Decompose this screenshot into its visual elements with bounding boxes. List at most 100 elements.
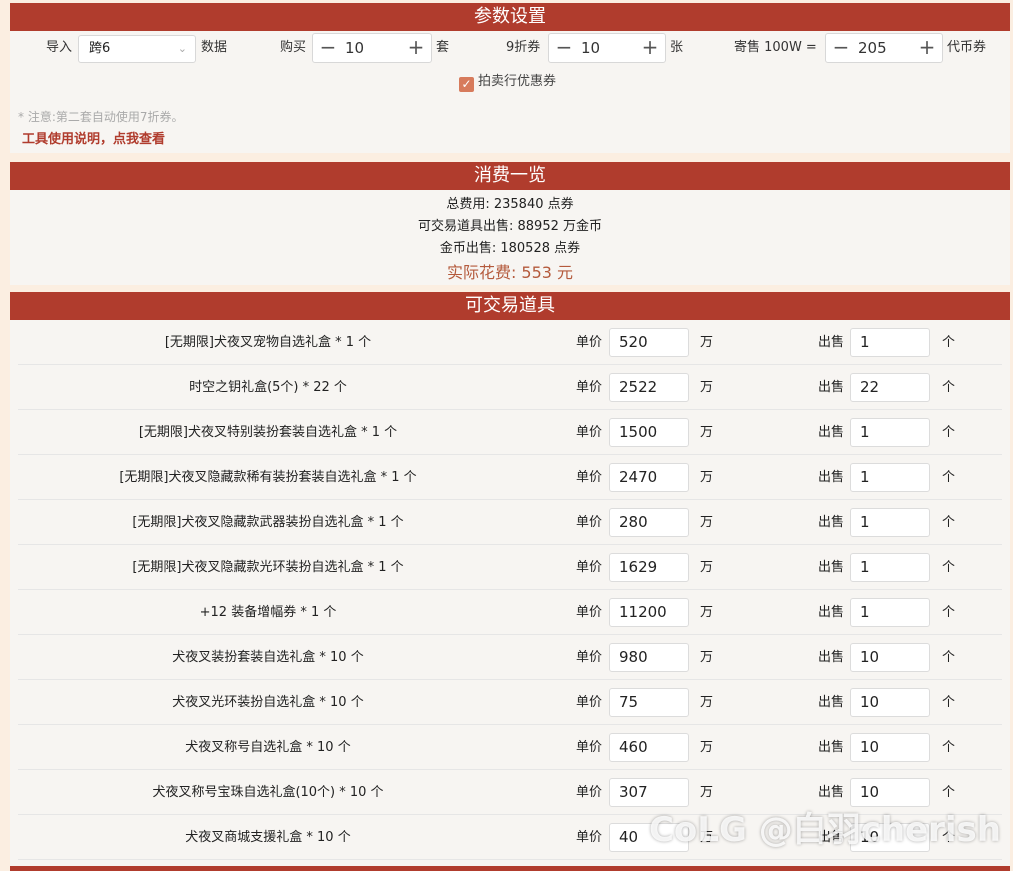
price-label: 单价 [576, 605, 603, 620]
price-input[interactable]: 980 [609, 643, 689, 672]
chevron-down-icon: ⌄ [177, 42, 187, 55]
buy-value[interactable]: 10 [345, 34, 364, 62]
minus-icon[interactable]: − [549, 34, 579, 62]
sell-label: 出售 [818, 335, 845, 350]
sell-label: 出售 [818, 470, 845, 485]
sell-input[interactable]: 1 [850, 418, 930, 447]
table-row: 犬夜叉称号自选礼盒 * 10 个 单价 460 万 出售 10 个 [18, 725, 1002, 770]
price-input[interactable]: 2522 [609, 373, 689, 402]
sell-input[interactable]: 10 [850, 733, 930, 762]
sell-unit: 个 [942, 515, 956, 530]
summary-panel: 总费用: 235840 点券 可交易道具出售: 88952 万金币 金币出售: … [10, 190, 1010, 285]
price-unit: 万 [700, 695, 714, 710]
table-row: [无期限]犬夜叉宠物自选礼盒 * 1 个 单价 520 万 出售 1 个 [18, 320, 1002, 365]
price-input[interactable]: 1629 [609, 553, 689, 582]
summary-header: 消费一览 [10, 162, 1010, 190]
import-select-value: 跨6 [89, 41, 111, 56]
consign-label: 寄售 100W = [734, 40, 817, 55]
price-unit: 万 [700, 470, 714, 485]
price-label: 单价 [576, 380, 603, 395]
sell-unit: 个 [942, 380, 956, 395]
sell-input[interactable]: 1 [850, 463, 930, 492]
coupon-stepper[interactable]: − 10 + [548, 33, 666, 63]
note-text: * 注意:第二套自动使用7折券。 [18, 110, 184, 124]
price-input[interactable]: 460 [609, 733, 689, 762]
item-name: 犬夜叉称号宝珠自选礼盒(10个) * 10 个 [152, 785, 384, 800]
price-label: 单价 [576, 425, 603, 440]
price-input[interactable]: 75 [609, 688, 689, 717]
table-row: 时空之钥礼盒(5个) * 22 个 单价 2522 万 出售 22 个 [18, 365, 1002, 410]
params-header: 参数设置 [10, 3, 1010, 31]
item-name: [无期限]犬夜叉特别装扮套装自选礼盒 * 1 个 [138, 425, 398, 440]
price-input[interactable]: 11200 [609, 598, 689, 627]
sell-unit: 个 [942, 560, 956, 575]
price-label: 单价 [576, 560, 603, 575]
price-label: 单价 [576, 785, 603, 800]
buy-label: 购买 [280, 40, 307, 55]
plus-icon[interactable]: + [401, 34, 431, 62]
import-label: 导入 [46, 40, 73, 55]
sell-input[interactable]: 10 [850, 688, 930, 717]
data-label: 数据 [201, 40, 228, 55]
bottom-bar [10, 866, 1010, 871]
sell-unit: 个 [942, 695, 956, 710]
price-input[interactable]: 2470 [609, 463, 689, 492]
sell-unit: 个 [942, 425, 956, 440]
sell-input[interactable]: 22 [850, 373, 930, 402]
import-select[interactable]: 跨6 ⌄ [78, 35, 196, 63]
sell-input[interactable]: 1 [850, 508, 930, 537]
help-link[interactable]: 工具使用说明，点我查看 [22, 128, 165, 147]
sell-unit: 个 [942, 650, 956, 665]
table-row: [无期限]犬夜叉特别装扮套装自选礼盒 * 1 个 单价 1500 万 出售 1 个 [18, 410, 1002, 455]
sell-label: 出售 [818, 380, 845, 395]
price-unit: 万 [700, 560, 714, 575]
table-row: [无期限]犬夜叉隐藏款武器装扮自选礼盒 * 1 个 单价 280 万 出售 1 个 [18, 500, 1002, 545]
price-unit: 万 [700, 380, 714, 395]
actual-cost: 实际花费: 553 元 [446, 263, 574, 282]
sell-input[interactable]: 1 [850, 553, 930, 582]
price-label: 单价 [576, 830, 603, 845]
coupon-value[interactable]: 10 [581, 34, 600, 62]
coupon-unit: 张 [670, 40, 684, 55]
params-panel: 导入 跨6 ⌄ 数据 购买 − 10 + 套 9折券 − 10 + 张 寄售 1… [10, 31, 1010, 153]
buy-unit: 套 [436, 40, 450, 55]
price-unit: 万 [700, 650, 714, 665]
item-name: 犬夜叉称号自选礼盒 * 10 个 [185, 740, 351, 755]
price-input[interactable]: 1500 [609, 418, 689, 447]
plus-icon[interactable]: + [635, 34, 665, 62]
items-panel: [无期限]犬夜叉宠物自选礼盒 * 1 个单价 520 万出售 1 个时空之钥礼盒(5个)… [10, 320, 1010, 866]
price-unit: 万 [700, 425, 714, 440]
tradable-sale: 可交易道具出售: 88952 万金币 [418, 219, 602, 234]
price-unit: 万 [700, 740, 714, 755]
item-name: [无期限]犬夜叉隐藏款稀有装扮套装自选礼盒 * 1 个 [119, 470, 417, 485]
price-label: 单价 [576, 740, 603, 755]
sell-label: 出售 [818, 695, 845, 710]
watermark: CoLG @白羽cherish [648, 810, 1001, 850]
sell-input[interactable]: 10 [850, 643, 930, 672]
sell-input[interactable]: 1 [850, 328, 930, 357]
item-name: [无期限]犬夜叉隐藏款武器装扮自选礼盒 * 1 个 [132, 515, 404, 530]
buy-stepper[interactable]: − 10 + [312, 33, 432, 63]
minus-icon[interactable]: − [313, 34, 343, 62]
table-row: 犬夜叉光环装扮自选礼盒 * 10 个 单价 75 万 出售 10 个 [18, 680, 1002, 725]
item-name: 犬夜叉装扮套装自选礼盒 * 10 个 [172, 650, 364, 665]
price-input[interactable]: 280 [609, 508, 689, 537]
sell-input[interactable]: 1 [850, 598, 930, 627]
price-label: 单价 [576, 515, 603, 530]
price-input[interactable]: 520 [609, 328, 689, 357]
sell-unit: 个 [942, 470, 956, 485]
price-label: 单价 [576, 335, 603, 350]
total-cost: 总费用: 235840 点券 [446, 197, 574, 212]
consign-value[interactable]: 205 [858, 34, 887, 62]
auction-coupon-label: 拍卖行优惠券 [478, 74, 557, 89]
minus-icon[interactable]: − [826, 34, 856, 62]
consign-stepper[interactable]: − 205 + [825, 33, 943, 63]
item-name: [无期限]犬夜叉隐藏款光环装扮自选礼盒 * 1 个 [132, 560, 404, 575]
price-unit: 万 [700, 515, 714, 530]
sell-label: 出售 [818, 650, 845, 665]
table-row: +12 装备增幅券 * 1 个 单价 11200 万 出售 1 个 [18, 590, 1002, 635]
auction-coupon-toggle[interactable]: ✓ 拍卖行优惠券 [459, 73, 556, 92]
checkmark-icon[interactable]: ✓ [459, 77, 474, 92]
plus-icon[interactable]: + [912, 34, 942, 62]
price-unit: 万 [700, 605, 714, 620]
